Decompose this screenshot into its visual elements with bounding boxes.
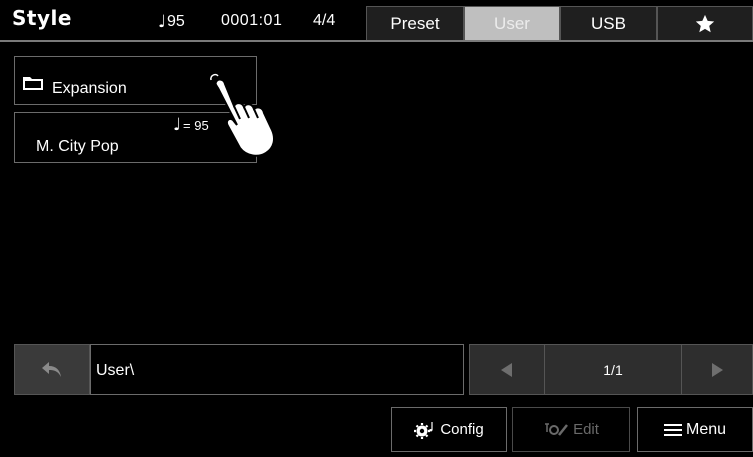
menu-label: Menu: [685, 420, 727, 438]
folder-label: Expansion: [52, 80, 127, 97]
gear-note-icon: [414, 421, 436, 439]
tab-usb[interactable]: USB: [560, 6, 657, 41]
path-display: User\: [90, 344, 464, 395]
quarter-note-icon: ♩: [173, 115, 182, 135]
folder-icon: [23, 77, 43, 90]
pointing-hand-icon: [210, 73, 275, 157]
edit-button[interactable]: Edit: [512, 407, 630, 452]
style-tempo-value: = 95: [183, 117, 209, 133]
tab-user-label: User: [494, 14, 530, 33]
time-signature: 4/4: [313, 12, 336, 29]
tab-preset[interactable]: Preset: [366, 6, 464, 41]
menu-button[interactable]: Menu: [637, 407, 753, 452]
hamburger-icon: [663, 423, 682, 437]
tab-usb-label: USB: [591, 14, 626, 33]
right-triangle-icon: [712, 362, 723, 377]
back-button[interactable]: [14, 344, 90, 395]
top-divider: [0, 40, 753, 42]
tempo-value: 95: [167, 13, 185, 30]
edit-icon: [543, 422, 569, 438]
prev-page-button[interactable]: [469, 344, 545, 395]
time-counter: 0001:01: [221, 12, 283, 29]
style-tempo: ♩ = 95: [173, 115, 209, 135]
tab-favorites[interactable]: [657, 6, 753, 41]
quarter-note-icon: ♩: [158, 12, 167, 32]
config-label: Config: [440, 421, 484, 438]
star-icon: [695, 14, 715, 33]
left-triangle-icon: [501, 362, 512, 377]
tempo-display: ♩ 95: [158, 12, 185, 32]
next-page-button[interactable]: [681, 344, 753, 395]
page-title: Style: [12, 6, 72, 30]
path-text: User\: [96, 362, 135, 379]
back-arrow-icon: [42, 361, 61, 377]
tab-user[interactable]: User: [464, 6, 560, 41]
edit-label: Edit: [573, 421, 599, 438]
style-name: M. City Pop: [36, 138, 119, 155]
tab-preset-label: Preset: [390, 14, 440, 33]
page-indicator: 1/1: [545, 344, 681, 395]
config-button[interactable]: Config: [391, 407, 507, 452]
